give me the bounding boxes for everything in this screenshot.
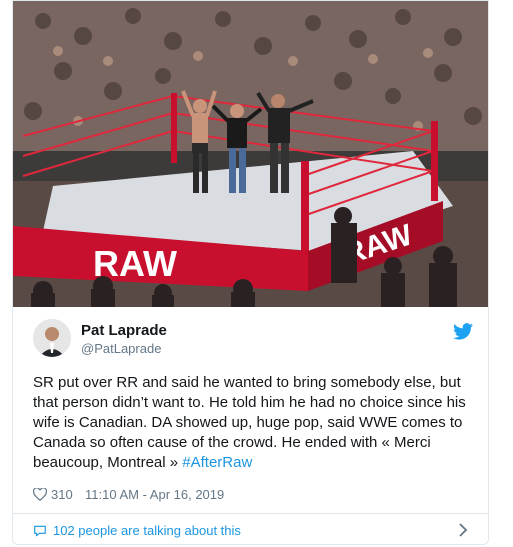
wrestling-ring-photo: RAW RAW (13, 1, 488, 307)
tweet-card[interactable]: RAW RAW Pat Laprade @PatLaprade SR put o… (12, 0, 489, 545)
speech-bubble-icon (33, 524, 47, 543)
tweet-header: Pat Laprade @PatLaprade (33, 319, 473, 359)
tweet-meta: 310 11:10 AM - Apr 16, 2019 (32, 486, 473, 504)
user-handle[interactable]: @PatLaprade (81, 341, 161, 356)
talking-count[interactable]: 102 people are talking about this (53, 523, 241, 538)
twitter-bird-icon[interactable] (453, 323, 473, 345)
hashtag-link[interactable]: #AfterRaw (182, 454, 252, 471)
tweet-photo[interactable]: RAW RAW (13, 1, 488, 307)
heart-icon[interactable] (32, 487, 48, 504)
user-name[interactable]: Pat Laprade (81, 322, 167, 339)
tweet-timestamp[interactable]: 11:10 AM - Apr 16, 2019 (85, 487, 224, 502)
tweet-text: SR put over RR and said he wanted to bri… (33, 373, 473, 473)
chevron-right-icon[interactable] (458, 523, 468, 542)
conversation-link[interactable]: 102 people are talking about this (13, 514, 488, 544)
avatar[interactable] (33, 319, 71, 357)
like-count[interactable]: 310 (51, 487, 73, 502)
